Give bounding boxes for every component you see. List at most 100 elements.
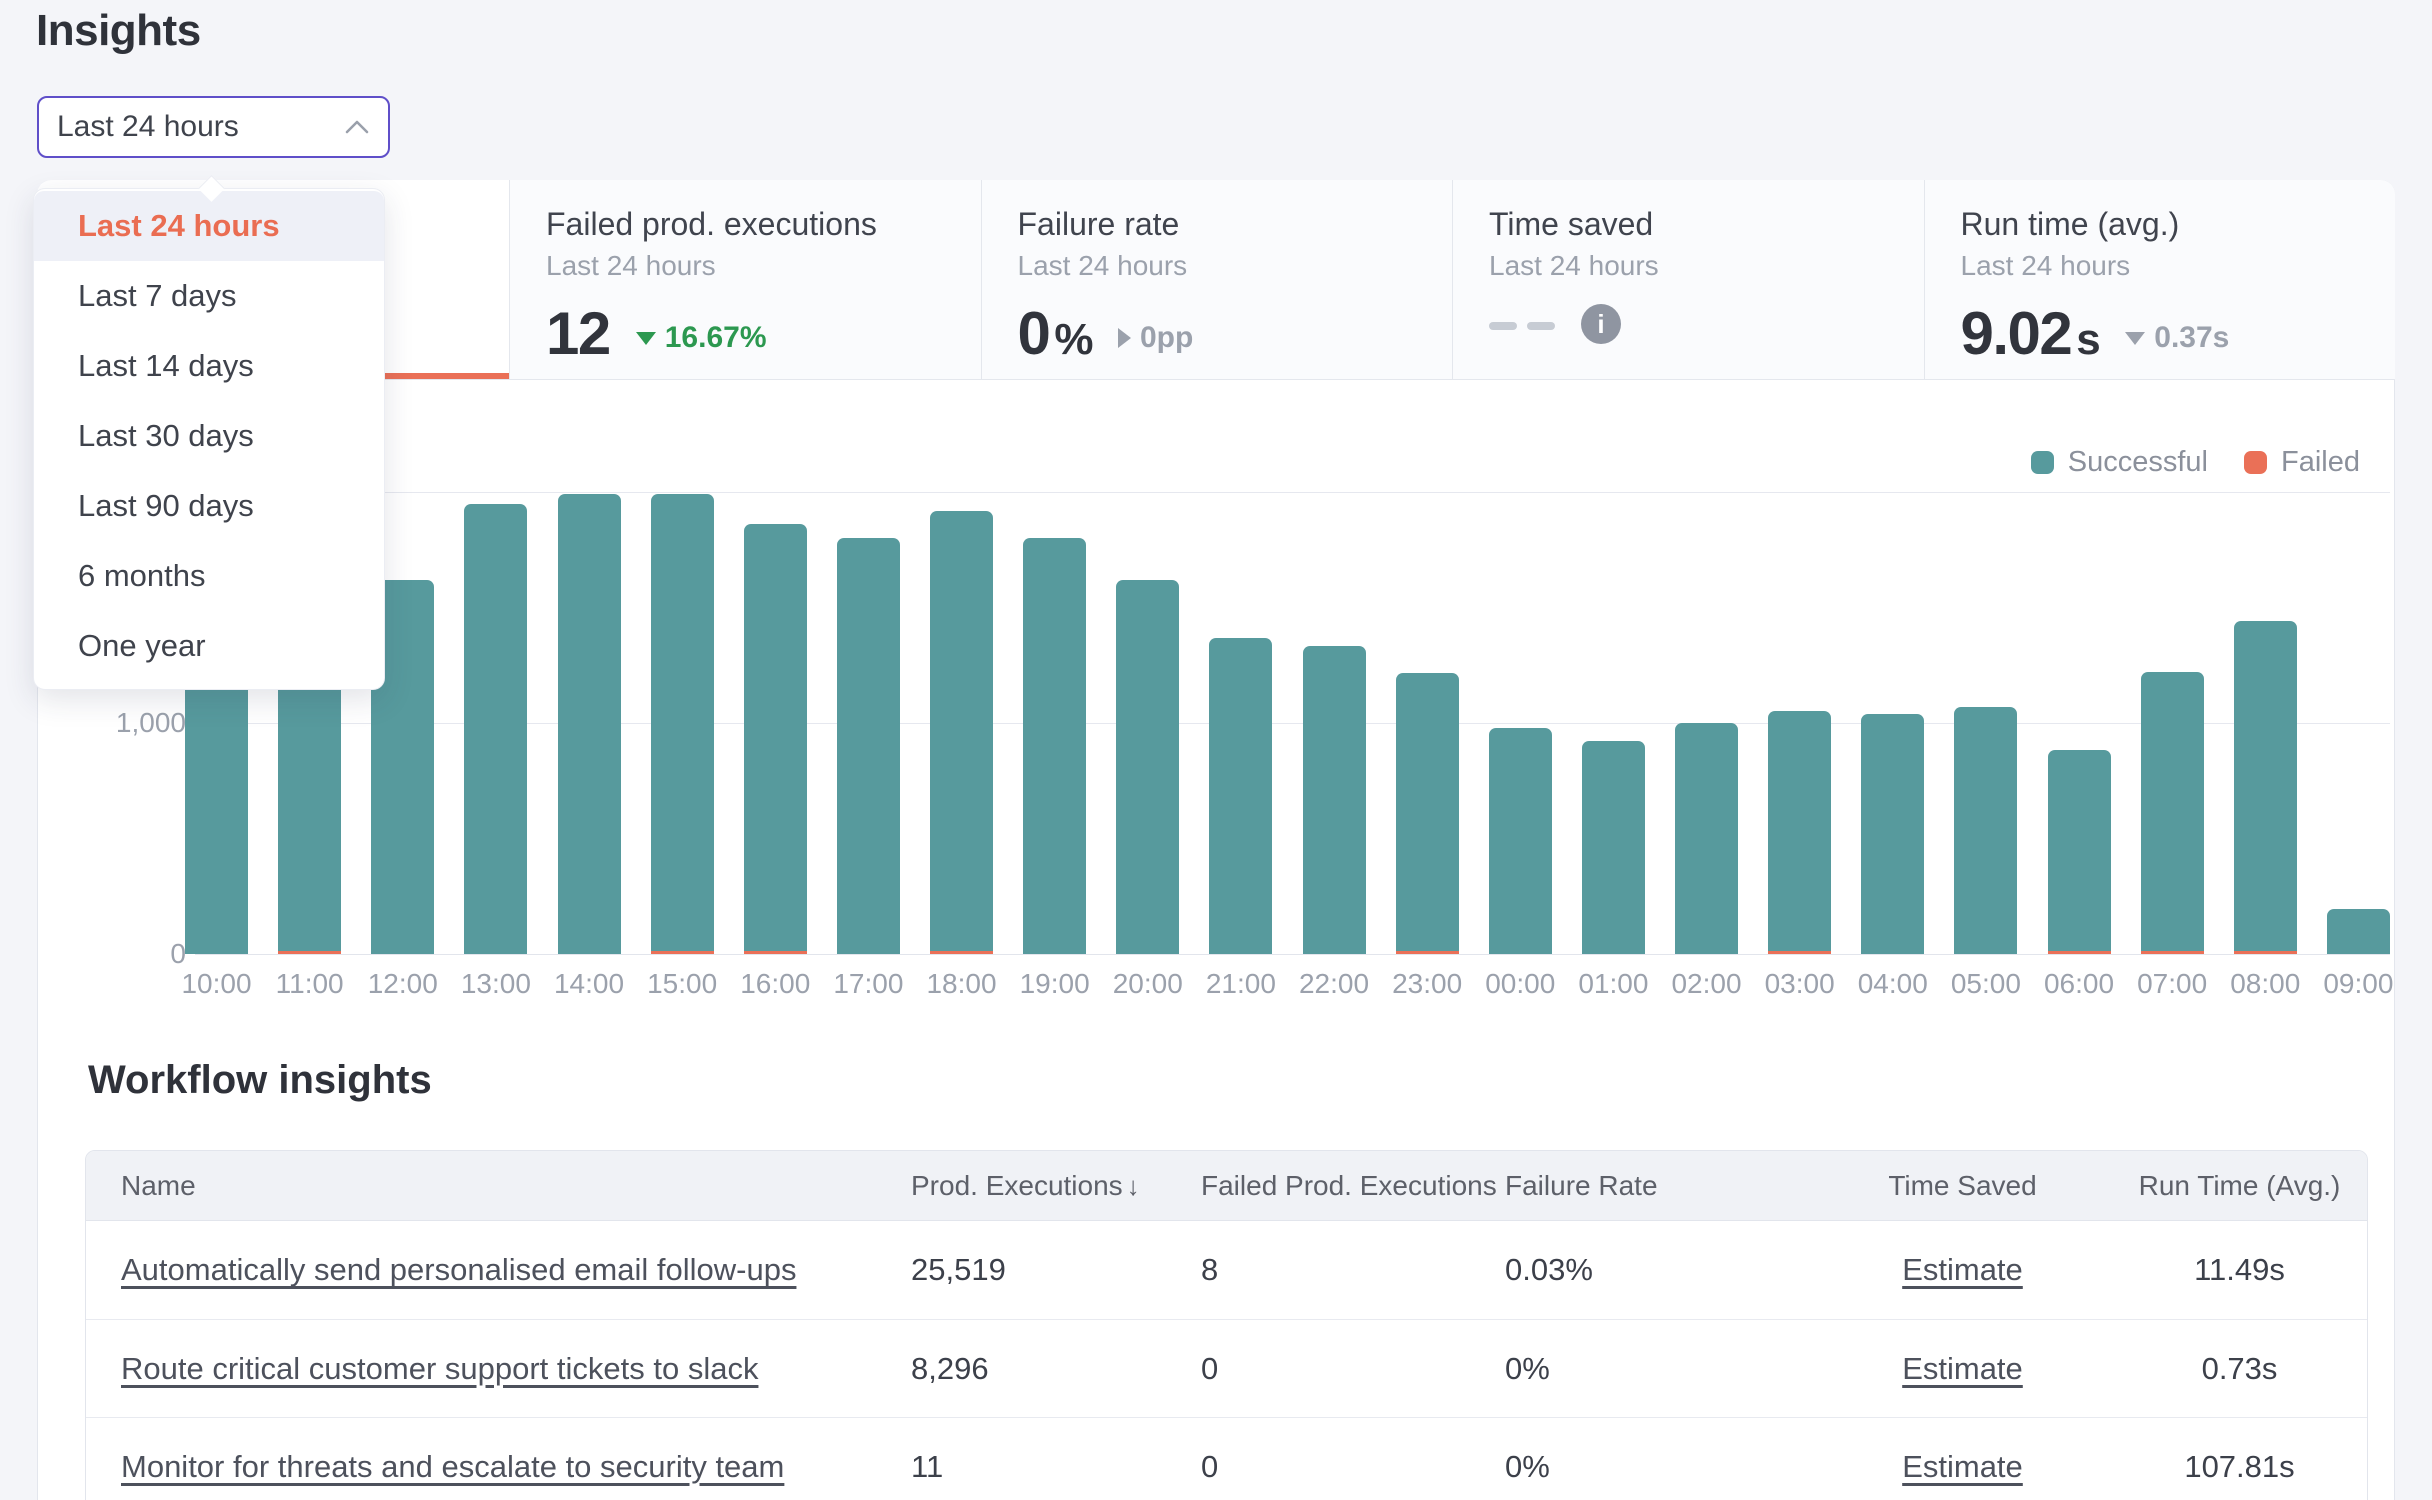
- delta-text: 16.67%: [665, 321, 767, 355]
- run-time-cell: 107.81s: [2112, 1449, 2367, 1485]
- x-axis-label: 17:00: [837, 968, 900, 1000]
- col-prod-executions[interactable]: Prod. Executions: [911, 1170, 1201, 1202]
- failed-prod-executions-cell: 8: [1201, 1252, 1505, 1288]
- failed-prod-executions-cell: 0: [1201, 1449, 1505, 1485]
- x-axis-label: 07:00: [2141, 968, 2204, 1000]
- stat-subtitle: Last 24 hours: [1489, 250, 1924, 282]
- page-title: Insights: [36, 6, 201, 56]
- workflow-insights-heading: Workflow insights: [88, 1058, 432, 1103]
- stat-value: 0%: [1018, 304, 1093, 364]
- stat-title: Time saved: [1489, 206, 1924, 243]
- stat-title: Run time (avg.): [1961, 206, 2396, 243]
- stat-subtitle: Last 24 hours: [1961, 250, 2396, 282]
- delta-text: 0pp: [1140, 321, 1193, 355]
- x-axis-label: 02:00: [1675, 968, 1738, 1000]
- chart-bar: [1954, 492, 2017, 954]
- x-axis-label: 23:00: [1396, 968, 1459, 1000]
- time-range-option[interactable]: Last 7 days: [34, 261, 384, 331]
- time-range-option[interactable]: Last 24 hours: [34, 191, 384, 261]
- chart-bar: [1116, 492, 1179, 954]
- chart-bar: [2048, 492, 2111, 954]
- table-header-row: Name Prod. Executions Failed Prod. Execu…: [86, 1151, 2367, 1221]
- sort-desc-icon: [1123, 1170, 1140, 1201]
- chart-bar: [744, 492, 807, 954]
- x-axis-label: 06:00: [2048, 968, 2111, 1000]
- workflow-insights-table: Name Prod. Executions Failed Prod. Execu…: [85, 1150, 2368, 1500]
- tab-failed-prod-executions[interactable]: Failed prod. executions Last 24 hours 12…: [510, 180, 982, 379]
- col-time-saved[interactable]: Time Saved: [1813, 1170, 2112, 1202]
- x-axis-label: 19:00: [1023, 968, 1086, 1000]
- failed-prod-executions-cell: 0: [1201, 1351, 1505, 1387]
- time-range-option[interactable]: Last 90 days: [34, 471, 384, 541]
- prod-executions-cell: 11: [911, 1449, 1201, 1485]
- time-range-value: Last 24 hours: [57, 110, 344, 144]
- triangle-down-icon: [2125, 332, 2145, 345]
- x-axis-label: 15:00: [651, 968, 714, 1000]
- stat-delta: 0pp: [1118, 321, 1193, 355]
- legend-successful[interactable]: Successful: [2031, 446, 2208, 479]
- chart-legend: Successful Failed: [2031, 446, 2360, 479]
- estimate-link[interactable]: Estimate: [1902, 1351, 2023, 1386]
- x-axis-line: [195, 954, 2390, 955]
- x-axis-label: 00:00: [1489, 968, 1552, 1000]
- x-axis-label: 21:00: [1209, 968, 1272, 1000]
- tab-time-saved[interactable]: Time saved Last 24 hours i: [1453, 180, 1925, 379]
- legend-failed[interactable]: Failed: [2244, 446, 2360, 479]
- chart-bar: [1861, 492, 1924, 954]
- table-row: Automatically send personalised email fo…: [86, 1221, 2367, 1319]
- insights-page: Insights Failed prod. executions Last 24…: [0, 0, 2432, 1500]
- x-axis-label: 13:00: [464, 968, 527, 1000]
- x-axis-label: 10:00: [185, 968, 248, 1000]
- chart-bar: [1303, 492, 1366, 954]
- workflow-link[interactable]: Route critical customer support tickets …: [121, 1351, 758, 1386]
- failure-rate-cell: 0.03%: [1505, 1252, 1813, 1288]
- triangle-right-icon: [1118, 328, 1131, 348]
- col-failed-prod-executions[interactable]: Failed Prod. Executions: [1201, 1170, 1505, 1202]
- tab-failure-rate[interactable]: Failure rate Last 24 hours 0% 0pp: [982, 180, 1454, 379]
- triangle-down-icon: [636, 332, 656, 345]
- table-row: Route critical customer support tickets …: [86, 1319, 2367, 1417]
- chart-bar: [558, 492, 621, 954]
- stat-subtitle: Last 24 hours: [1018, 250, 1453, 282]
- y-tick-0: 0: [66, 938, 186, 970]
- estimate-link[interactable]: Estimate: [1902, 1252, 2023, 1287]
- time-range-option[interactable]: 6 months: [34, 541, 384, 611]
- x-axis-label: 11:00: [278, 968, 341, 1000]
- chart-bar: [930, 492, 993, 954]
- chart-bar: [1675, 492, 1738, 954]
- stat-value: 12: [546, 304, 610, 364]
- col-run-time-avg[interactable]: Run Time (Avg.): [2112, 1170, 2367, 1202]
- failed-swatch-icon: [2244, 451, 2267, 474]
- x-axis-labels: 10:0011:0012:0013:0014:0015:0016:0017:00…: [185, 968, 2390, 1000]
- time-range-option[interactable]: Last 14 days: [34, 331, 384, 401]
- estimate-link[interactable]: Estimate: [1902, 1449, 2023, 1484]
- chart-bar: [464, 492, 527, 954]
- x-axis-label: 22:00: [1303, 968, 1366, 1000]
- workflow-link[interactable]: Monitor for threats and escalate to secu…: [121, 1449, 784, 1484]
- chart-bar: [1209, 492, 1272, 954]
- chart-bar: [1582, 492, 1645, 954]
- col-failure-rate[interactable]: Failure Rate: [1505, 1170, 1813, 1202]
- stat-title: Failed prod. executions: [546, 206, 981, 243]
- col-name[interactable]: Name: [86, 1170, 911, 1202]
- tab-run-time-avg[interactable]: Run time (avg.) Last 24 hours 9.02s 0.37…: [1925, 180, 2396, 379]
- x-axis-label: 08:00: [2234, 968, 2297, 1000]
- chart-bar: [2327, 492, 2390, 954]
- stat-subtitle: Last 24 hours: [546, 250, 981, 282]
- x-axis-label: 20:00: [1116, 968, 1179, 1000]
- time-range-select[interactable]: Last 24 hours: [37, 96, 390, 158]
- chart-bar: [2234, 492, 2297, 954]
- y-tick-1000: 1,000: [66, 707, 186, 739]
- time-range-option[interactable]: One year: [34, 611, 384, 681]
- x-axis-label: 16:00: [744, 968, 807, 1000]
- x-axis-label: 03:00: [1768, 968, 1831, 1000]
- info-icon[interactable]: i: [1581, 304, 1621, 344]
- workflow-link[interactable]: Automatically send personalised email fo…: [121, 1252, 796, 1287]
- run-time-cell: 11.49s: [2112, 1252, 2367, 1288]
- chart-bar: [1396, 492, 1459, 954]
- failure-rate-cell: 0%: [1505, 1351, 1813, 1387]
- time-range-option[interactable]: Last 30 days: [34, 401, 384, 471]
- legend-label: Successful: [2068, 446, 2208, 479]
- time-range-menu: Last 24 hoursLast 7 daysLast 14 daysLast…: [33, 188, 385, 690]
- stat-delta: 0.37s: [2125, 321, 2229, 355]
